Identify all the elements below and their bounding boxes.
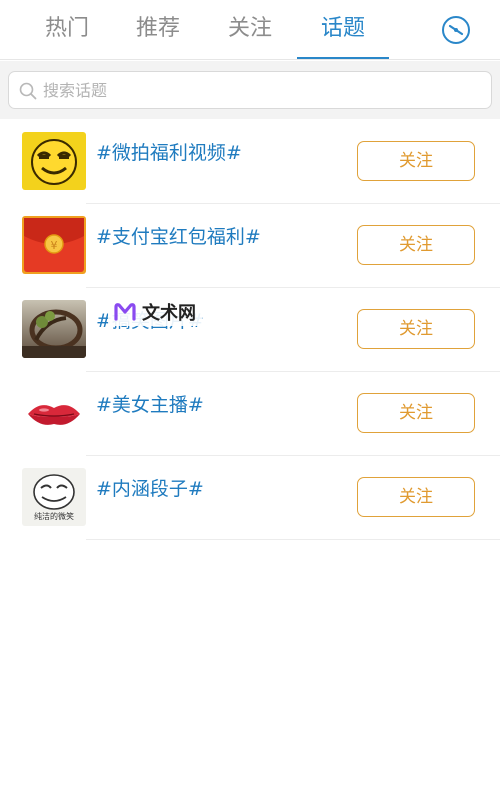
follow-button[interactable]: 关注 — [357, 309, 475, 349]
tab-following[interactable]: 关注 — [205, 0, 295, 60]
follow-button[interactable]: 关注 — [357, 477, 475, 517]
red-envelope-icon: ¥ — [22, 216, 86, 274]
watermark-text: 文术网 — [142, 303, 196, 324]
search-box — [8, 71, 492, 109]
svg-text:¥: ¥ — [51, 239, 58, 252]
tab-hot[interactable]: 热门 — [22, 0, 112, 60]
topic-title: #微拍福利视频# — [96, 142, 242, 164]
topic-title: #支付宝红包福利# — [96, 226, 261, 248]
yellow-smiley-face-icon — [22, 132, 86, 190]
topic-item[interactable]: 纯洁的微笑 #内涵段子# 关注 — [0, 456, 500, 540]
search-input[interactable] — [43, 76, 483, 104]
tree-art-photo-icon — [22, 300, 86, 358]
divider — [86, 539, 500, 540]
follow-button[interactable]: 关注 — [357, 141, 475, 181]
topic-item[interactable]: #美女主播# 关注 — [0, 372, 500, 456]
red-lips-icon — [22, 384, 86, 442]
watermark-logo-icon — [114, 303, 136, 321]
top-tab-bar: 热门 推荐 关注 话题 — [0, 0, 500, 60]
search-area — [0, 61, 500, 119]
topic-item[interactable]: #搞笑图片# 关注 — [0, 288, 500, 372]
watermark: 文术网 — [108, 298, 202, 326]
topic-title: #内涵段子# — [96, 478, 204, 500]
follow-button[interactable]: 关注 — [357, 225, 475, 265]
follow-button[interactable]: 关注 — [357, 393, 475, 433]
compass-icon[interactable] — [442, 16, 470, 44]
topic-item[interactable]: #微拍福利视频# 关注 — [0, 120, 500, 204]
cartoon-face-sketch-icon: 纯洁的微笑 — [22, 468, 86, 526]
topic-title: #美女主播# — [96, 394, 204, 416]
thumb-caption: 纯洁的微笑 — [34, 512, 74, 521]
search-icon — [19, 82, 37, 100]
topic-item[interactable]: ¥ #支付宝红包福利# 关注 — [0, 204, 500, 288]
tab-recommend[interactable]: 推荐 — [113, 0, 203, 60]
tab-topics[interactable]: 话题 — [297, 0, 389, 60]
